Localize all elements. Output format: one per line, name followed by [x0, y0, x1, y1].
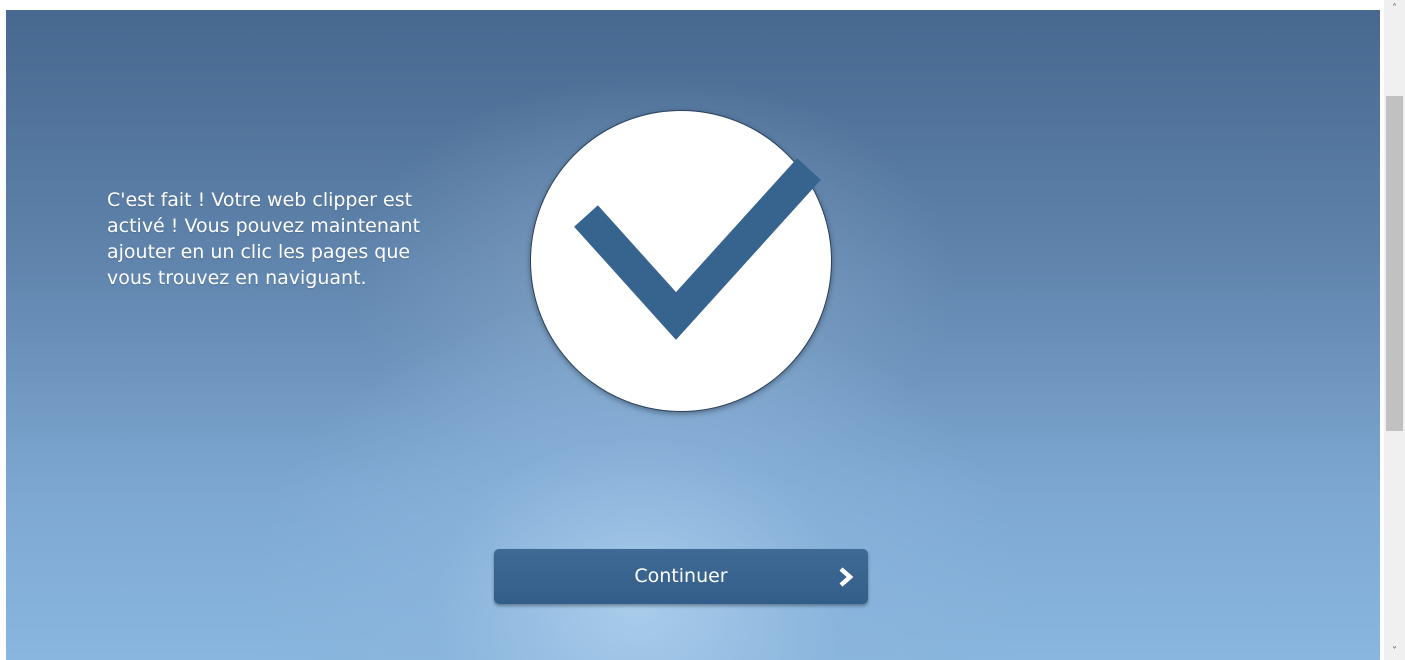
success-circle — [530, 110, 832, 412]
scroll-down-arrow-icon[interactable]: ˅ — [1384, 643, 1405, 660]
message-line-1: C'est fait ! Votre web clipper est — [107, 189, 413, 211]
confirmation-message: C'est fait ! Votre web clipper est activ… — [107, 187, 457, 291]
chevron-right-icon — [839, 567, 854, 587]
message-line-2: activé ! Vous pouvez maintenant — [107, 215, 421, 237]
message-line-3: ajouter en un clic les pages que — [107, 241, 411, 263]
checkmark-icon — [574, 158, 821, 340]
message-line-4: vous trouvez en naviguant. — [107, 267, 367, 289]
page-background: C'est fait ! Votre web clipper est activ… — [6, 10, 1380, 660]
continue-button[interactable]: Continuer — [494, 549, 868, 604]
vertical-scrollbar[interactable]: ˄ ˅ — [1384, 0, 1405, 660]
continue-button-label: Continuer — [634, 565, 728, 587]
scroll-thumb[interactable] — [1386, 96, 1403, 431]
scroll-up-arrow-icon[interactable]: ˄ — [1384, 0, 1405, 17]
